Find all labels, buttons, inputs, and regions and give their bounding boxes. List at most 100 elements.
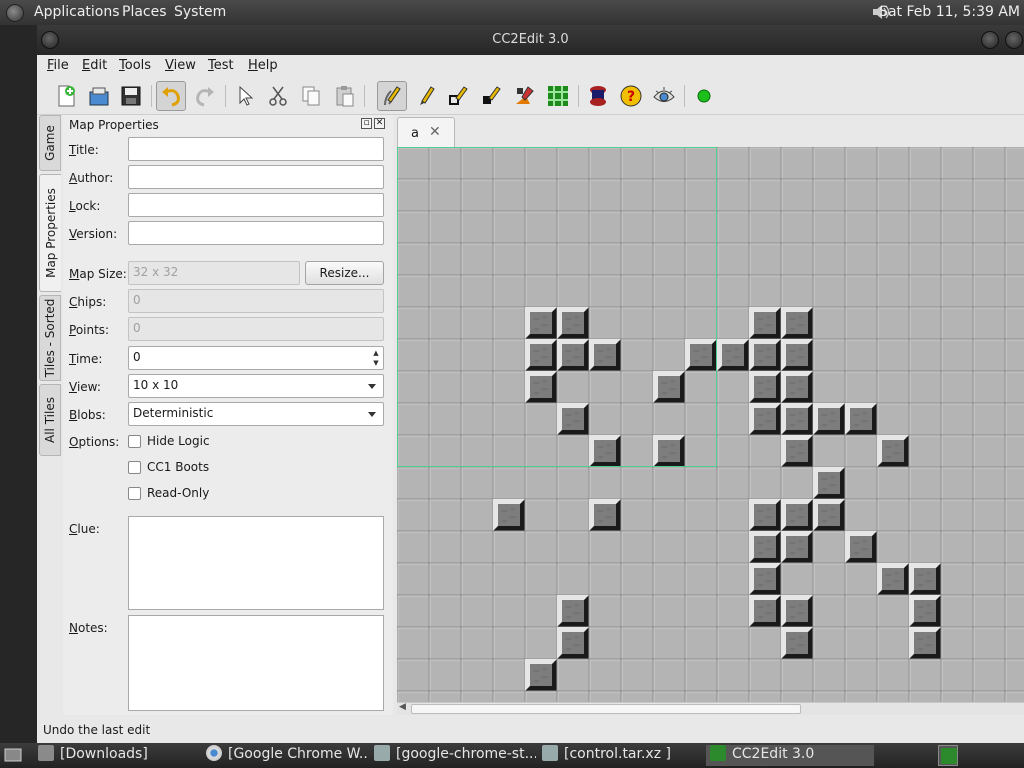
floor-tile[interactable] <box>940 434 974 468</box>
floor-tile[interactable] <box>812 147 846 180</box>
floor-tile[interactable] <box>492 626 526 660</box>
floor-tile[interactable] <box>876 274 910 308</box>
floor-tile[interactable] <box>524 210 558 244</box>
floor-tile[interactable] <box>876 658 910 692</box>
floor-tile[interactable] <box>716 210 750 244</box>
floor-tile[interactable] <box>397 274 430 308</box>
floor-tile[interactable] <box>556 242 590 276</box>
floor-tile[interactable] <box>492 338 526 372</box>
floor-tile[interactable] <box>428 658 462 692</box>
floor-tile[interactable] <box>972 178 1006 212</box>
floor-tile[interactable] <box>524 274 558 308</box>
floor-tile[interactable] <box>1004 690 1024 702</box>
floor-tile[interactable] <box>460 530 494 564</box>
floor-tile[interactable] <box>780 658 814 692</box>
wire-icon[interactable] <box>543 81 573 111</box>
floor-tile[interactable] <box>397 147 430 180</box>
floor-tile[interactable] <box>397 178 430 212</box>
tab-all-tiles[interactable]: All Tiles <box>39 384 61 456</box>
floor-tile[interactable] <box>652 274 686 308</box>
floor-tile[interactable] <box>556 530 590 564</box>
wall-tile[interactable] <box>876 434 910 468</box>
floor-tile[interactable] <box>556 178 590 212</box>
window-titlebar[interactable]: CC2Edit 3.0 <box>37 25 1024 55</box>
floor-tile[interactable] <box>524 626 558 660</box>
wall-tile[interactable] <box>524 370 558 404</box>
floor-tile[interactable] <box>588 626 622 660</box>
floor-tile[interactable] <box>684 242 718 276</box>
applications-menu[interactable]: Applications <box>34 4 120 20</box>
floor-tile[interactable] <box>397 690 430 702</box>
floor-tile[interactable] <box>460 242 494 276</box>
floor-tile[interactable] <box>460 274 494 308</box>
floor-tile[interactable] <box>972 498 1006 532</box>
floor-tile[interactable] <box>588 402 622 436</box>
author-input[interactable] <box>128 165 384 189</box>
floor-tile[interactable] <box>1004 370 1024 404</box>
title-input[interactable] <box>128 137 384 161</box>
floor-tile[interactable] <box>524 147 558 180</box>
wall-tile[interactable] <box>652 370 686 404</box>
floor-tile[interactable] <box>876 306 910 340</box>
floor-tile[interactable] <box>908 370 942 404</box>
floor-tile[interactable] <box>652 178 686 212</box>
floor-tile[interactable] <box>652 147 686 180</box>
floor-tile[interactable] <box>940 466 974 500</box>
floor-tile[interactable] <box>940 274 974 308</box>
test-play-icon[interactable] <box>689 81 719 111</box>
floor-tile[interactable] <box>460 402 494 436</box>
floor-tile[interactable] <box>524 178 558 212</box>
floor-tile[interactable] <box>812 210 846 244</box>
floor-tile[interactable] <box>940 594 974 628</box>
floor-tile[interactable] <box>940 147 974 180</box>
floor-tile[interactable] <box>876 338 910 372</box>
floor-tile[interactable] <box>940 530 974 564</box>
clue-textarea[interactable] <box>128 516 384 610</box>
floor-tile[interactable] <box>876 210 910 244</box>
wall-tile[interactable] <box>780 498 814 532</box>
wall-tile[interactable] <box>556 626 590 660</box>
tab-tiles-sorted[interactable]: Tiles - Sorted <box>39 295 61 381</box>
floor-tile[interactable] <box>844 658 878 692</box>
floor-tile[interactable] <box>876 594 910 628</box>
floor-tile[interactable] <box>460 147 494 180</box>
floor-tile[interactable] <box>716 274 750 308</box>
floor-tile[interactable] <box>428 690 462 702</box>
floor-tile[interactable] <box>620 178 654 212</box>
floor-tile[interactable] <box>684 370 718 404</box>
floor-tile[interactable] <box>1004 498 1024 532</box>
floor-tile[interactable] <box>972 658 1006 692</box>
floor-tile[interactable] <box>492 242 526 276</box>
floor-tile[interactable] <box>397 466 430 500</box>
floor-tile[interactable] <box>812 274 846 308</box>
wall-tile[interactable] <box>588 338 622 372</box>
workspace-switcher-icon[interactable] <box>938 745 958 766</box>
floor-tile[interactable] <box>428 530 462 564</box>
floor-tile[interactable] <box>876 626 910 660</box>
floor-tile[interactable] <box>1004 626 1024 660</box>
pencil-icon[interactable] <box>411 81 441 111</box>
floor-tile[interactable] <box>492 690 526 702</box>
floor-tile[interactable] <box>908 242 942 276</box>
floor-tile[interactable] <box>972 562 1006 596</box>
floor-tile[interactable] <box>492 466 526 500</box>
floor-tile[interactable] <box>780 562 814 596</box>
wall-tile[interactable] <box>812 498 846 532</box>
floor-tile[interactable] <box>556 147 590 180</box>
floor-tile[interactable] <box>588 562 622 596</box>
floor-tile[interactable] <box>908 658 942 692</box>
floor-tile[interactable] <box>780 210 814 244</box>
floor-tile[interactable] <box>620 338 654 372</box>
floor-tile[interactable] <box>397 594 430 628</box>
floor-tile[interactable] <box>397 210 430 244</box>
floor-tile[interactable] <box>588 690 622 702</box>
floor-tile[interactable] <box>652 594 686 628</box>
floor-tile[interactable] <box>556 370 590 404</box>
floor-tile[interactable] <box>428 370 462 404</box>
wall-tile[interactable] <box>748 306 782 340</box>
menu-tools[interactable]: Tools <box>119 58 151 73</box>
task-google-chrome-stable[interactable]: [google-chrome-st... <box>374 745 536 766</box>
floor-tile[interactable] <box>460 466 494 500</box>
floor-tile[interactable] <box>844 466 878 500</box>
undo-icon[interactable] <box>156 81 186 111</box>
